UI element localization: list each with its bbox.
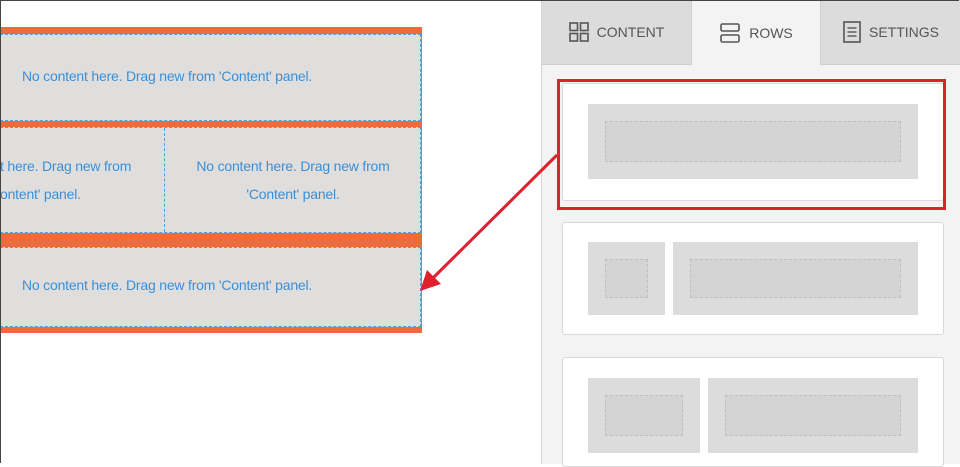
- layout-column-preview: [673, 242, 918, 315]
- tab-label: SETTINGS: [868, 24, 939, 40]
- row-placeholder-text: No content here. Drag new from 'Content'…: [22, 68, 313, 84]
- canvas-row[interactable]: No content here. Drag new from 'Content'…: [0, 247, 421, 327]
- tab-content[interactable]: CONTENT: [542, 0, 692, 65]
- selection-highlight: [557, 79, 946, 210]
- tab-rows[interactable]: ROWS: [692, 0, 820, 65]
- tab-label: CONTENT: [596, 24, 665, 40]
- column-placeholder-line2: 'Content' panel.: [246, 186, 340, 202]
- layout-column-preview: [588, 378, 700, 453]
- page-canvas: No content here. Drag new from 'Content'…: [0, 27, 422, 333]
- column-divider: [164, 128, 165, 232]
- tab-label: ROWS: [749, 24, 793, 41]
- editor-panel: CONTENT ROWS SETTINGS: [541, 0, 960, 467]
- document-icon: [843, 21, 861, 43]
- column-placeholder-line1: t here. Drag new from: [0, 158, 132, 174]
- layout-column-preview: [588, 242, 665, 315]
- canvas-row[interactable]: No content here. Drag new from 'Content'…: [0, 34, 421, 121]
- layout-column-preview: [708, 378, 918, 453]
- rows-icon: [719, 22, 741, 44]
- panel-tabs: CONTENT ROWS SETTINGS: [542, 0, 960, 65]
- row-placeholder-text: No content here. Drag new from 'Content'…: [22, 277, 313, 293]
- column-placeholder-line2: ontent' panel.: [0, 186, 81, 202]
- row-layout-two-columns-equal[interactable]: [562, 357, 944, 467]
- row-layout-two-columns-narrow-wide[interactable]: [562, 222, 944, 335]
- grid-icon: [568, 22, 589, 42]
- canvas-row[interactable]: t here. Drag new from ontent' panel. No …: [0, 127, 421, 233]
- tab-settings[interactable]: SETTINGS: [820, 0, 960, 65]
- column-placeholder-line1: No content here. Drag new from: [196, 158, 390, 174]
